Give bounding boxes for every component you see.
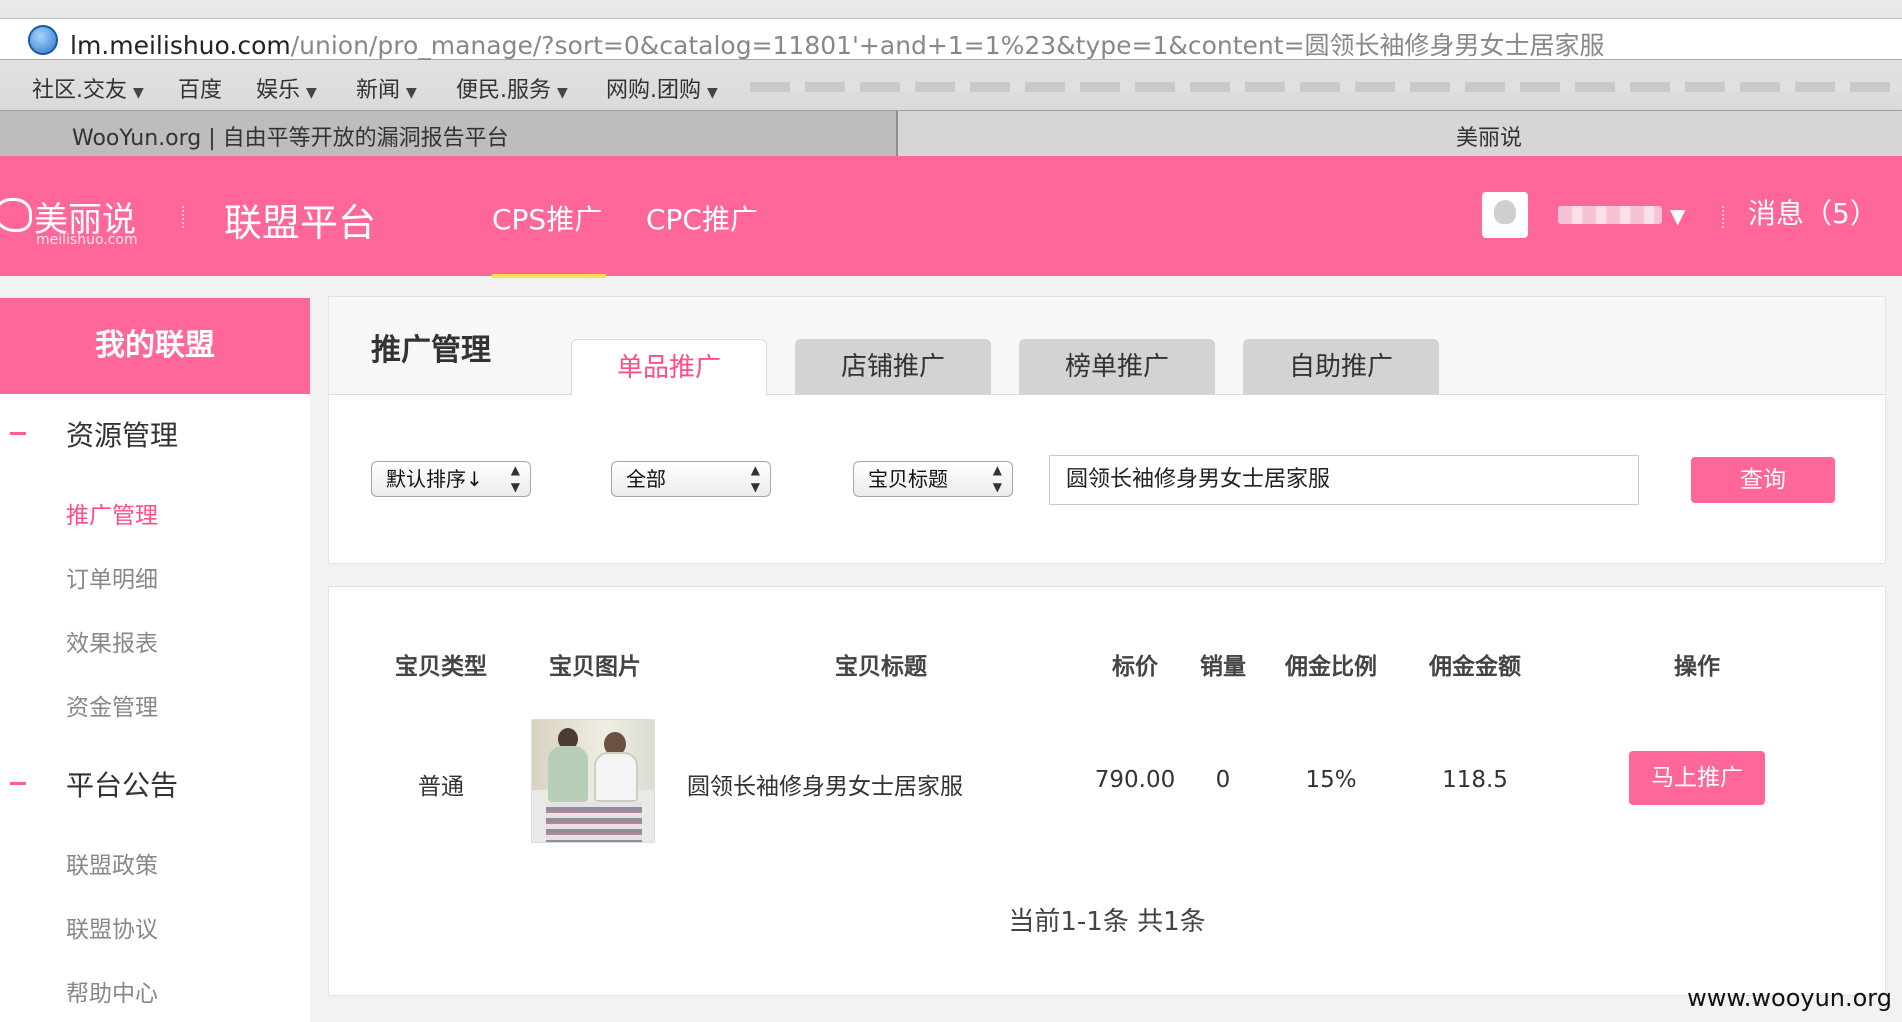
sidebar-item-effect-report[interactable]: 效果报表 [66, 624, 158, 658]
sort-select-value: 默认排序↓ [386, 467, 483, 491]
avatar[interactable] [1482, 192, 1528, 238]
divider [182, 206, 184, 228]
browser-tab-strip: WooYun.org | 自由平等开放的漏洞报告平台 美丽说 [0, 110, 1902, 157]
nav-cpc[interactable]: CPC推广 [646, 198, 758, 238]
sidebar-section-announcement[interactable]: 平台公告 [66, 764, 178, 804]
bookmark-label: 便民.服务 [456, 78, 551, 103]
field-select-value: 宝贝标题 [868, 467, 948, 491]
sort-select[interactable]: 默认排序↓ ▲ ▼ [371, 461, 531, 497]
address-bar[interactable]: lm.meilishuo.com/union/pro_manage/?sort=… [0, 18, 1902, 60]
tab-single-item[interactable]: 单品推广 [571, 339, 767, 396]
chevron-down-icon: ▼ [406, 85, 417, 101]
tab-shop[interactable]: 店铺推广 [795, 339, 991, 395]
cell-sales: 0 [1215, 767, 1231, 793]
bookmark-label: 社区.交友 [32, 78, 127, 103]
collapse-dash-icon[interactable] [10, 782, 26, 785]
logo-mark-icon [0, 198, 32, 232]
sidebar-item-fund-manage[interactable]: 资金管理 [66, 688, 158, 722]
promote-now-button[interactable]: 马上推广 [1629, 751, 1765, 805]
sidebar-item-help-center[interactable]: 帮助中心 [66, 974, 158, 1008]
sidebar-item-agreement[interactable]: 联盟协议 [66, 910, 158, 944]
logo[interactable]: 美丽说 meilishuo.com [0, 192, 150, 248]
url-path: /union/pro_manage/?sort=0&catalog=11801'… [290, 31, 1605, 60]
updown-arrows-icon: ▲ ▼ [750, 463, 760, 494]
sidebar-item-promotion-manage[interactable]: 推广管理 [66, 496, 158, 530]
sidebar-section-resource[interactable]: 资源管理 [66, 414, 178, 454]
url-text[interactable]: lm.meilishuo.com/union/pro_manage/?sort=… [70, 26, 1605, 62]
tab-label: 美丽说 [1456, 126, 1523, 151]
chevron-down-icon: ▼ [707, 85, 718, 101]
logo-subtext: meilishuo.com [36, 232, 138, 248]
column-header-price: 标价 [1112, 654, 1158, 680]
url-host: lm.meilishuo.com [70, 31, 291, 60]
globe-icon [28, 25, 58, 55]
page-title: 推广管理 [371, 333, 491, 368]
watermark: www.wooyun.org [1687, 984, 1892, 1012]
blurred-bookmarks [750, 82, 1900, 92]
results-panel: 宝贝类型 宝贝图片 宝贝标题 标价 销量 佣金比例 佣金金额 操作 普通 圆领长… [328, 586, 1886, 996]
pagination-info: 当前1-1条 共1条 [1008, 907, 1206, 937]
tab-label: WooYun.org | 自由平等开放的漏洞报告平台 [72, 126, 509, 151]
query-button[interactable]: 查询 [1691, 457, 1835, 503]
updown-arrows-icon: ▲ ▼ [510, 463, 520, 494]
browser-chrome: lm.meilishuo.com/union/pro_manage/?sort=… [0, 0, 1902, 157]
category-select[interactable]: 全部 ▲ ▼ [611, 461, 771, 497]
category-select-value: 全部 [626, 467, 666, 491]
sidebar-title: 我的联盟 [0, 298, 310, 394]
username-redacted[interactable] [1558, 206, 1662, 224]
bookmark-label: 网购.团购 [606, 78, 701, 103]
nav-active-indicator [492, 274, 606, 278]
bookmark-label: 娱乐 [256, 78, 301, 103]
bookmark-xinwen[interactable]: 新闻 ▼ [356, 72, 417, 104]
sidebar-item-policy[interactable]: 联盟政策 [66, 846, 158, 880]
site-header: 美丽说 meilishuo.com 联盟平台 CPS推广 CPC推广 ▼ 消息（… [0, 156, 1902, 278]
messages-link[interactable]: 消息（5） [1748, 192, 1878, 232]
user-silhouette-icon [1494, 200, 1516, 224]
filter-panel: 推广管理 单品推广 店铺推广 榜单推广 自助推广 默认排序↓ ▲ ▼ 全部 ▲ ▼ … [328, 296, 1886, 564]
divider [1722, 206, 1724, 228]
bookmark-wanggou[interactable]: 网购.团购 ▼ [606, 72, 718, 104]
cell-type: 普通 [418, 774, 464, 800]
cell-title[interactable]: 圆领长袖修身男女士居家服 [687, 767, 963, 801]
bookmark-shequ[interactable]: 社区.交友 ▼ [32, 72, 144, 104]
column-header-commission-rate: 佣金比例 [1285, 654, 1377, 680]
tab-self-service[interactable]: 自助推广 [1243, 339, 1439, 395]
updown-arrows-icon: ▲ ▼ [992, 463, 1002, 494]
thumbnail-figure [548, 746, 588, 802]
cell-commission-rate: 15% [1305, 767, 1357, 793]
bookmark-label: 新闻 [356, 78, 401, 103]
column-header-sales: 销量 [1200, 654, 1246, 680]
thumbnail-figure [594, 752, 638, 802]
bookmark-baidu[interactable]: 百度 [178, 72, 222, 104]
column-header-action: 操作 [1674, 654, 1720, 680]
tab-wooyun[interactable]: WooYun.org | 自由平等开放的漏洞报告平台 [0, 111, 898, 157]
product-thumbnail[interactable] [531, 719, 655, 843]
tab-ranking[interactable]: 榜单推广 [1019, 339, 1215, 395]
bookmark-bianmin[interactable]: 便民.服务 ▼ [456, 72, 568, 104]
chevron-down-icon: ▼ [306, 85, 317, 101]
column-header-commission-amount: 佣金金额 [1429, 654, 1521, 680]
sidebar: 我的联盟 资源管理 推广管理 订单明细 效果报表 资金管理 平台公告 联盟政策 … [0, 298, 310, 1022]
column-header-title: 宝贝标题 [835, 654, 927, 680]
chevron-down-icon: ▼ [557, 85, 568, 101]
tab-meilishuo[interactable]: 美丽说 [898, 111, 1902, 157]
search-input[interactable]: 圆领长袖修身男女士居家服 [1049, 455, 1639, 505]
thumbnail-figure [546, 802, 642, 842]
chevron-down-icon: ▼ [133, 85, 144, 101]
bookmark-label: 百度 [178, 78, 223, 103]
platform-title: 联盟平台 [224, 201, 377, 245]
column-header-type: 宝贝类型 [395, 654, 487, 680]
sidebar-item-order-detail[interactable]: 订单明细 [66, 560, 158, 594]
cell-price: 790.00 [1094, 767, 1176, 793]
chevron-down-icon[interactable]: ▼ [1670, 204, 1685, 228]
nav-cps[interactable]: CPS推广 [492, 198, 602, 238]
field-select[interactable]: 宝贝标题 ▲ ▼ [853, 461, 1013, 497]
column-header-image: 宝贝图片 [549, 654, 641, 680]
cell-commission-amount: 118.5 [1442, 767, 1508, 793]
collapse-dash-icon[interactable] [10, 432, 26, 435]
bookmark-yule[interactable]: 娱乐 ▼ [256, 72, 317, 104]
